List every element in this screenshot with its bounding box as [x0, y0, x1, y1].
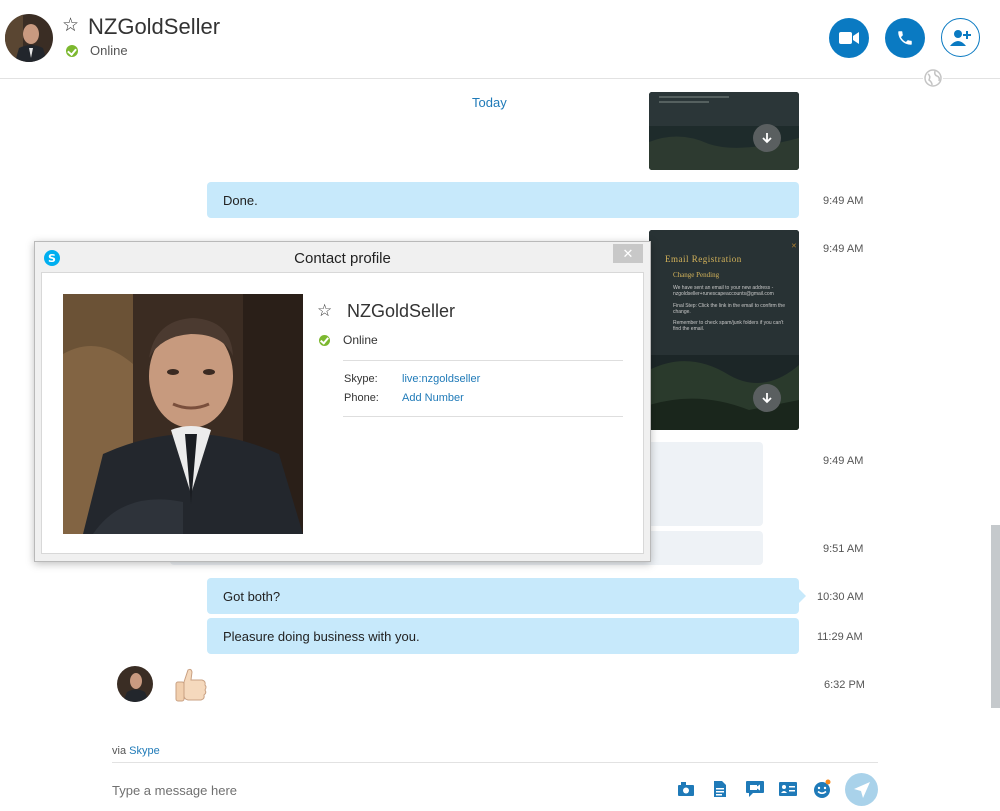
message-timestamp: 9:49 AM	[823, 455, 864, 467]
download-arrow-icon	[762, 133, 772, 144]
date-divider: Today	[472, 95, 507, 110]
video-message-icon	[746, 781, 764, 797]
image-icon	[678, 782, 694, 796]
emoticons-button[interactable]	[811, 778, 833, 800]
send-plane-icon	[853, 781, 870, 798]
file-icon	[714, 781, 726, 797]
message-bubble[interactable]: Got both?	[207, 578, 799, 614]
smiley-icon	[814, 779, 831, 798]
profile-photo	[63, 294, 303, 534]
card-subtitle: Change Pending	[673, 271, 720, 279]
message-text: Pleasure doing business with you.	[223, 628, 420, 644]
video-call-button[interactable]	[829, 18, 869, 58]
dialog-close-button[interactable]: ✕	[613, 244, 643, 263]
via-prefix: via	[112, 745, 127, 757]
message-timestamp: 9:49 AM	[823, 243, 864, 255]
download-arrow-icon	[762, 393, 772, 404]
contact-avatar[interactable]	[5, 14, 53, 62]
online-status-icon	[66, 45, 78, 57]
card-body: Final Step: Click the link in the email …	[673, 303, 785, 315]
phone-icon	[898, 31, 912, 45]
message-text: Got both?	[223, 588, 281, 604]
thumbs-up-emoticon-icon[interactable]	[170, 664, 212, 706]
message-timestamp: 9:51 AM	[823, 543, 864, 555]
favorite-star-icon[interactable]: ☆	[62, 14, 79, 37]
send-button[interactable]	[845, 773, 878, 806]
image-attachment[interactable]	[649, 92, 799, 170]
message-timestamp: 11:29 AM	[817, 631, 863, 643]
contact-card-icon	[779, 782, 797, 796]
sender-avatar[interactable]	[117, 666, 153, 702]
message-bubble[interactable]: Done.	[207, 182, 799, 218]
image-attachment[interactable]: Email Registration Change Pending We hav…	[649, 230, 799, 430]
chat-scrollbar[interactable]	[991, 525, 1000, 708]
globe-icon	[923, 68, 943, 88]
footer-divider	[112, 762, 878, 763]
skype-id-link[interactable]: live:nzgoldseller	[402, 373, 480, 385]
message-timestamp: 6:32 PM	[824, 679, 865, 691]
card-close-icon: ✕	[791, 243, 797, 250]
add-people-button[interactable]	[941, 18, 980, 57]
profile-divider	[343, 416, 623, 417]
send-image-button[interactable]	[675, 778, 697, 800]
dialog-title: Contact profile	[294, 250, 391, 267]
via-skype: via Skype	[112, 745, 160, 757]
favorite-star-icon[interactable]: ☆	[317, 301, 332, 321]
dialog-body: ☆ NZGoldSeller Online Skype: live:nzgold…	[41, 272, 644, 554]
phone-label: Phone:	[344, 392, 379, 404]
card-title: Email Registration	[665, 254, 742, 264]
profile-divider	[343, 360, 623, 361]
add-person-icon	[949, 29, 971, 46]
bubble-tail	[799, 589, 806, 603]
send-contacts-button[interactable]	[777, 778, 799, 800]
dialog-titlebar[interactable]: S Contact profile ✕	[35, 242, 650, 272]
skype-label: Skype:	[344, 373, 378, 385]
send-file-button[interactable]	[709, 778, 731, 800]
online-status-icon	[319, 335, 330, 346]
profile-name: NZGoldSeller	[347, 301, 456, 321]
download-button[interactable]	[753, 124, 781, 152]
send-video-message-button[interactable]	[744, 778, 766, 800]
message-timestamp: 10:30 AM	[817, 591, 864, 603]
card-body: We have sent an email to your new addres…	[673, 285, 774, 297]
message-bubble[interactable]: Pleasure doing business with you.	[207, 618, 799, 654]
message-input[interactable]	[112, 778, 612, 802]
video-camera-icon	[839, 32, 859, 44]
contact-profile-dialog: S Contact profile ✕ ☆ NZGoldSeller Onlin…	[34, 241, 651, 562]
download-button[interactable]	[753, 384, 781, 412]
message-timestamp: 9:49 AM	[823, 195, 864, 207]
message-text: Done.	[223, 192, 258, 208]
contact-status: Online	[90, 43, 128, 58]
voice-call-button[interactable]	[885, 18, 925, 58]
card-body: Remember to check spam/junk folders if y…	[673, 320, 784, 332]
contact-name: NZGoldSeller	[88, 14, 221, 39]
add-number-link[interactable]: Add Number	[402, 392, 464, 404]
skype-link[interactable]: Skype	[129, 745, 160, 757]
profile-status: Online	[343, 333, 378, 347]
chat-header: ☆ NZGoldSeller Online	[0, 0, 1000, 79]
